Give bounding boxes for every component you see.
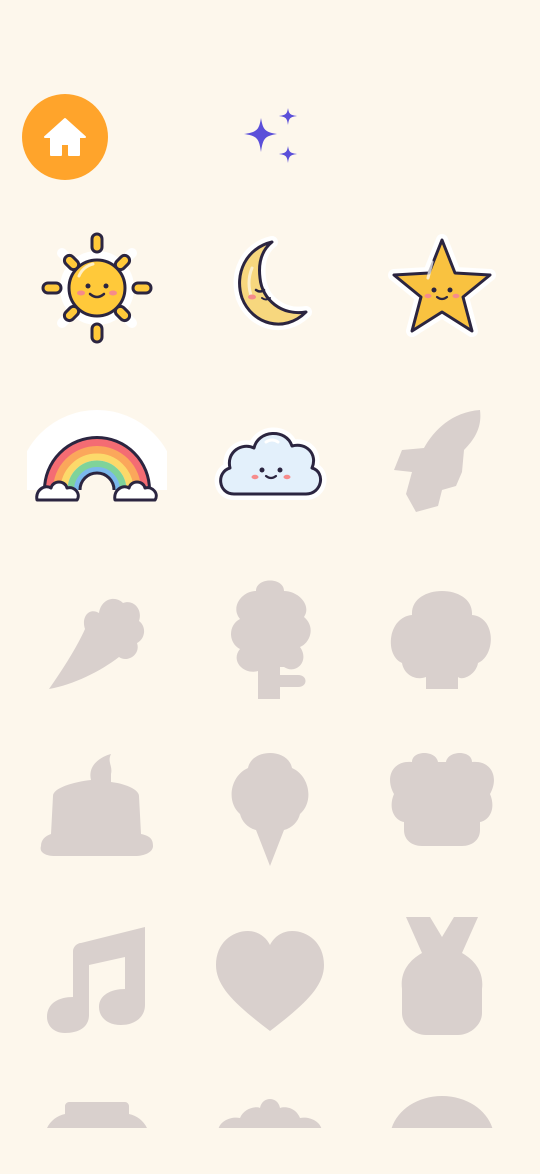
sticker-rainbow[interactable] <box>27 390 167 530</box>
sticker-row6-b-locked[interactable] <box>200 1082 340 1128</box>
sticker-moon[interactable] <box>200 218 340 358</box>
sparkles-icon <box>244 108 297 163</box>
sticker-bouquet-locked[interactable] <box>27 563 167 703</box>
sticker-collection-screen <box>0 0 540 1174</box>
sticker-cloud[interactable] <box>200 390 340 530</box>
sticker-medal-locked[interactable] <box>372 909 512 1049</box>
sticker-paw-locked[interactable] <box>372 736 512 876</box>
sticker-star[interactable] <box>372 218 512 358</box>
sticker-music-note-locked[interactable] <box>27 909 167 1049</box>
sticker-flower-locked[interactable] <box>200 563 340 703</box>
sticker-ice-cream-locked[interactable] <box>200 736 340 876</box>
sticker-tree-locked[interactable] <box>372 563 512 703</box>
sticker-row6-c-locked[interactable] <box>372 1082 512 1128</box>
sticker-cake-locked[interactable] <box>27 736 167 876</box>
home-icon <box>44 118 86 156</box>
sticker-rocket-locked[interactable] <box>372 390 512 530</box>
sticker-sun[interactable] <box>27 218 167 358</box>
home-button[interactable] <box>22 94 108 180</box>
sticker-heart-locked[interactable] <box>200 909 340 1049</box>
sticker-row6-a-locked[interactable] <box>27 1082 167 1128</box>
sticker-grid <box>0 218 540 1128</box>
